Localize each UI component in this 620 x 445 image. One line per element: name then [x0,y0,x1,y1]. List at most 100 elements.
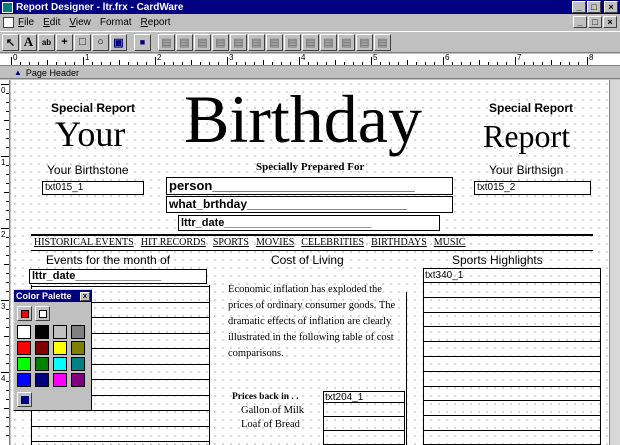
color-swatch[interactable] [35,357,49,371]
label-tool-button[interactable]: A [20,33,37,51]
picture-tool-button[interactable]: ▣ [110,33,127,51]
vertical-scrollbar[interactable] [609,80,620,445]
align-tool-button[interactable]: ▤ [194,33,211,51]
price-item-milk[interactable]: Gallon of Milk [241,405,304,416]
cost-heading[interactable]: Cost of Living [271,253,344,267]
nav-item[interactable]: MOVIES [256,237,294,248]
doc-restore-button[interactable]: □ [588,16,602,28]
pointer-tool-button[interactable]: ↖ [2,33,19,51]
menu-report[interactable]: Report [141,17,171,28]
ruler-mark: 6 [445,53,450,62]
background-color-button[interactable] [35,306,50,321]
sports-line [424,370,600,372]
nav-item[interactable]: MUSIC [434,237,466,248]
align-tool-button[interactable]: ▤ [284,33,301,51]
sports-line [424,311,600,313]
align-tool-button[interactable]: ▤ [356,33,373,51]
rectangle-tool-button[interactable]: □ [74,33,91,51]
doc-close-button[interactable]: × [603,16,617,28]
events-heading[interactable]: Events for the month of [46,253,170,267]
line-tool-button[interactable]: + [56,33,73,51]
right-special-report-label[interactable]: Special Report [489,101,573,115]
align-tool-button[interactable]: ▤ [320,33,337,51]
menu-edit[interactable]: Edit [43,17,60,28]
birthsign-label[interactable]: Your Birthsign [489,163,563,177]
sports-heading[interactable]: Sports Highlights [452,253,543,267]
lock-button[interactable]: ■ [134,33,151,51]
left-special-report-label[interactable]: Special Report [51,101,135,115]
color-swatch[interactable] [53,373,67,387]
align-tool-button[interactable]: ▤ [158,33,175,51]
cost-description[interactable]: Economic inflation has exploded the pric… [228,282,408,362]
ellipse-tool-button[interactable]: ○ [92,33,109,51]
align-tool-button[interactable]: ▤ [302,33,319,51]
nav-item[interactable]: BIRTHDAYS [371,237,427,248]
align-tool-button[interactable]: ▤ [230,33,247,51]
nav-item[interactable]: CELEBRITIES [301,237,364,248]
your-label[interactable]: Your [55,114,125,154]
menu-file[interactable]: File [18,17,34,28]
color-swatch[interactable] [17,325,31,339]
palette-title-bar[interactable]: Color Palette x [14,290,91,302]
ruler-mark: 0 [13,53,18,62]
foreground-color-icon [21,310,29,318]
align-tool-button[interactable]: ▤ [338,33,355,51]
vertical-ruler: 0 1 2 3 4 [0,80,10,445]
menu-format[interactable]: Format [100,17,132,28]
color-swatch[interactable] [35,325,49,339]
band-label: Page Header [25,67,79,78]
birthstone-label[interactable]: Your Birthstone [47,163,129,177]
color-swatch[interactable] [71,373,85,387]
color-swatch[interactable] [71,357,85,371]
txt340-1-field[interactable]: txt340_1 [425,270,463,281]
color-swatch[interactable] [35,373,49,387]
doc-minimize-button[interactable]: _ [573,16,587,28]
custom-color-icon [21,396,29,404]
prepared-for-label[interactable]: Specially Prepared For [256,161,364,173]
color-swatch[interactable] [71,325,85,339]
title-bar[interactable]: Report Designer - ltr.frx - CardWare _ □… [0,0,620,14]
lttr-date-field[interactable]: lttr_date________________________ [178,215,440,231]
color-swatch[interactable] [53,341,67,355]
color-swatch[interactable] [35,341,49,355]
color-swatch[interactable] [71,341,85,355]
events-line [31,286,209,287]
what-brthday-field[interactable]: what_brthday________________________ [166,196,453,213]
color-swatch[interactable] [17,357,31,371]
prices-back-label[interactable]: Prices back in . . [232,392,299,402]
close-button[interactable]: × [604,1,618,13]
align-tool-button[interactable]: ▤ [212,33,229,51]
app-icon[interactable] [2,1,13,13]
sports-line [424,430,600,431]
color-swatch[interactable] [17,341,31,355]
nav-item[interactable]: HISTORICAL EVENTS [34,237,134,248]
palette-close-button[interactable]: x [80,291,90,301]
field-tool-button[interactable]: ab [38,33,55,51]
birthday-title[interactable]: Birthday [184,84,422,154]
ruler-mark: 4 [301,53,306,62]
menu-view[interactable]: View [69,17,91,28]
design-canvas[interactable]: Special Report Your Your Birthstone txt0… [11,80,609,445]
color-swatch[interactable] [17,373,31,387]
foreground-color-button[interactable] [17,306,32,321]
minimize-button[interactable]: _ [572,1,586,13]
document-icon[interactable] [3,16,14,28]
align-tool-button[interactable]: ▤ [374,33,391,51]
align-tool-button[interactable]: ▤ [176,33,193,51]
band-page-header[interactable]: ▲ Page Header [0,67,620,79]
report-label[interactable]: Report [483,118,570,154]
person-field[interactable]: person____________________________ [166,177,453,195]
band-arrow-icon: ▲ [14,68,22,77]
color-swatch[interactable] [53,325,67,339]
txt015-1-field[interactable]: txt015_1 [42,181,144,195]
nav-item[interactable]: HIT RECORDS [141,237,206,248]
custom-color-button[interactable] [17,392,32,407]
events-date-field[interactable]: lttr_date______________ [29,269,207,284]
align-tool-button[interactable]: ▤ [248,33,265,51]
maximize-button[interactable]: □ [587,1,601,13]
align-tool-button[interactable]: ▤ [266,33,283,51]
txt015-2-field[interactable]: txt015_2 [474,181,591,195]
color-swatch[interactable] [53,357,67,371]
nav-item[interactable]: SPORTS [213,237,249,248]
price-item-bread[interactable]: Loaf of Bread [241,419,300,430]
